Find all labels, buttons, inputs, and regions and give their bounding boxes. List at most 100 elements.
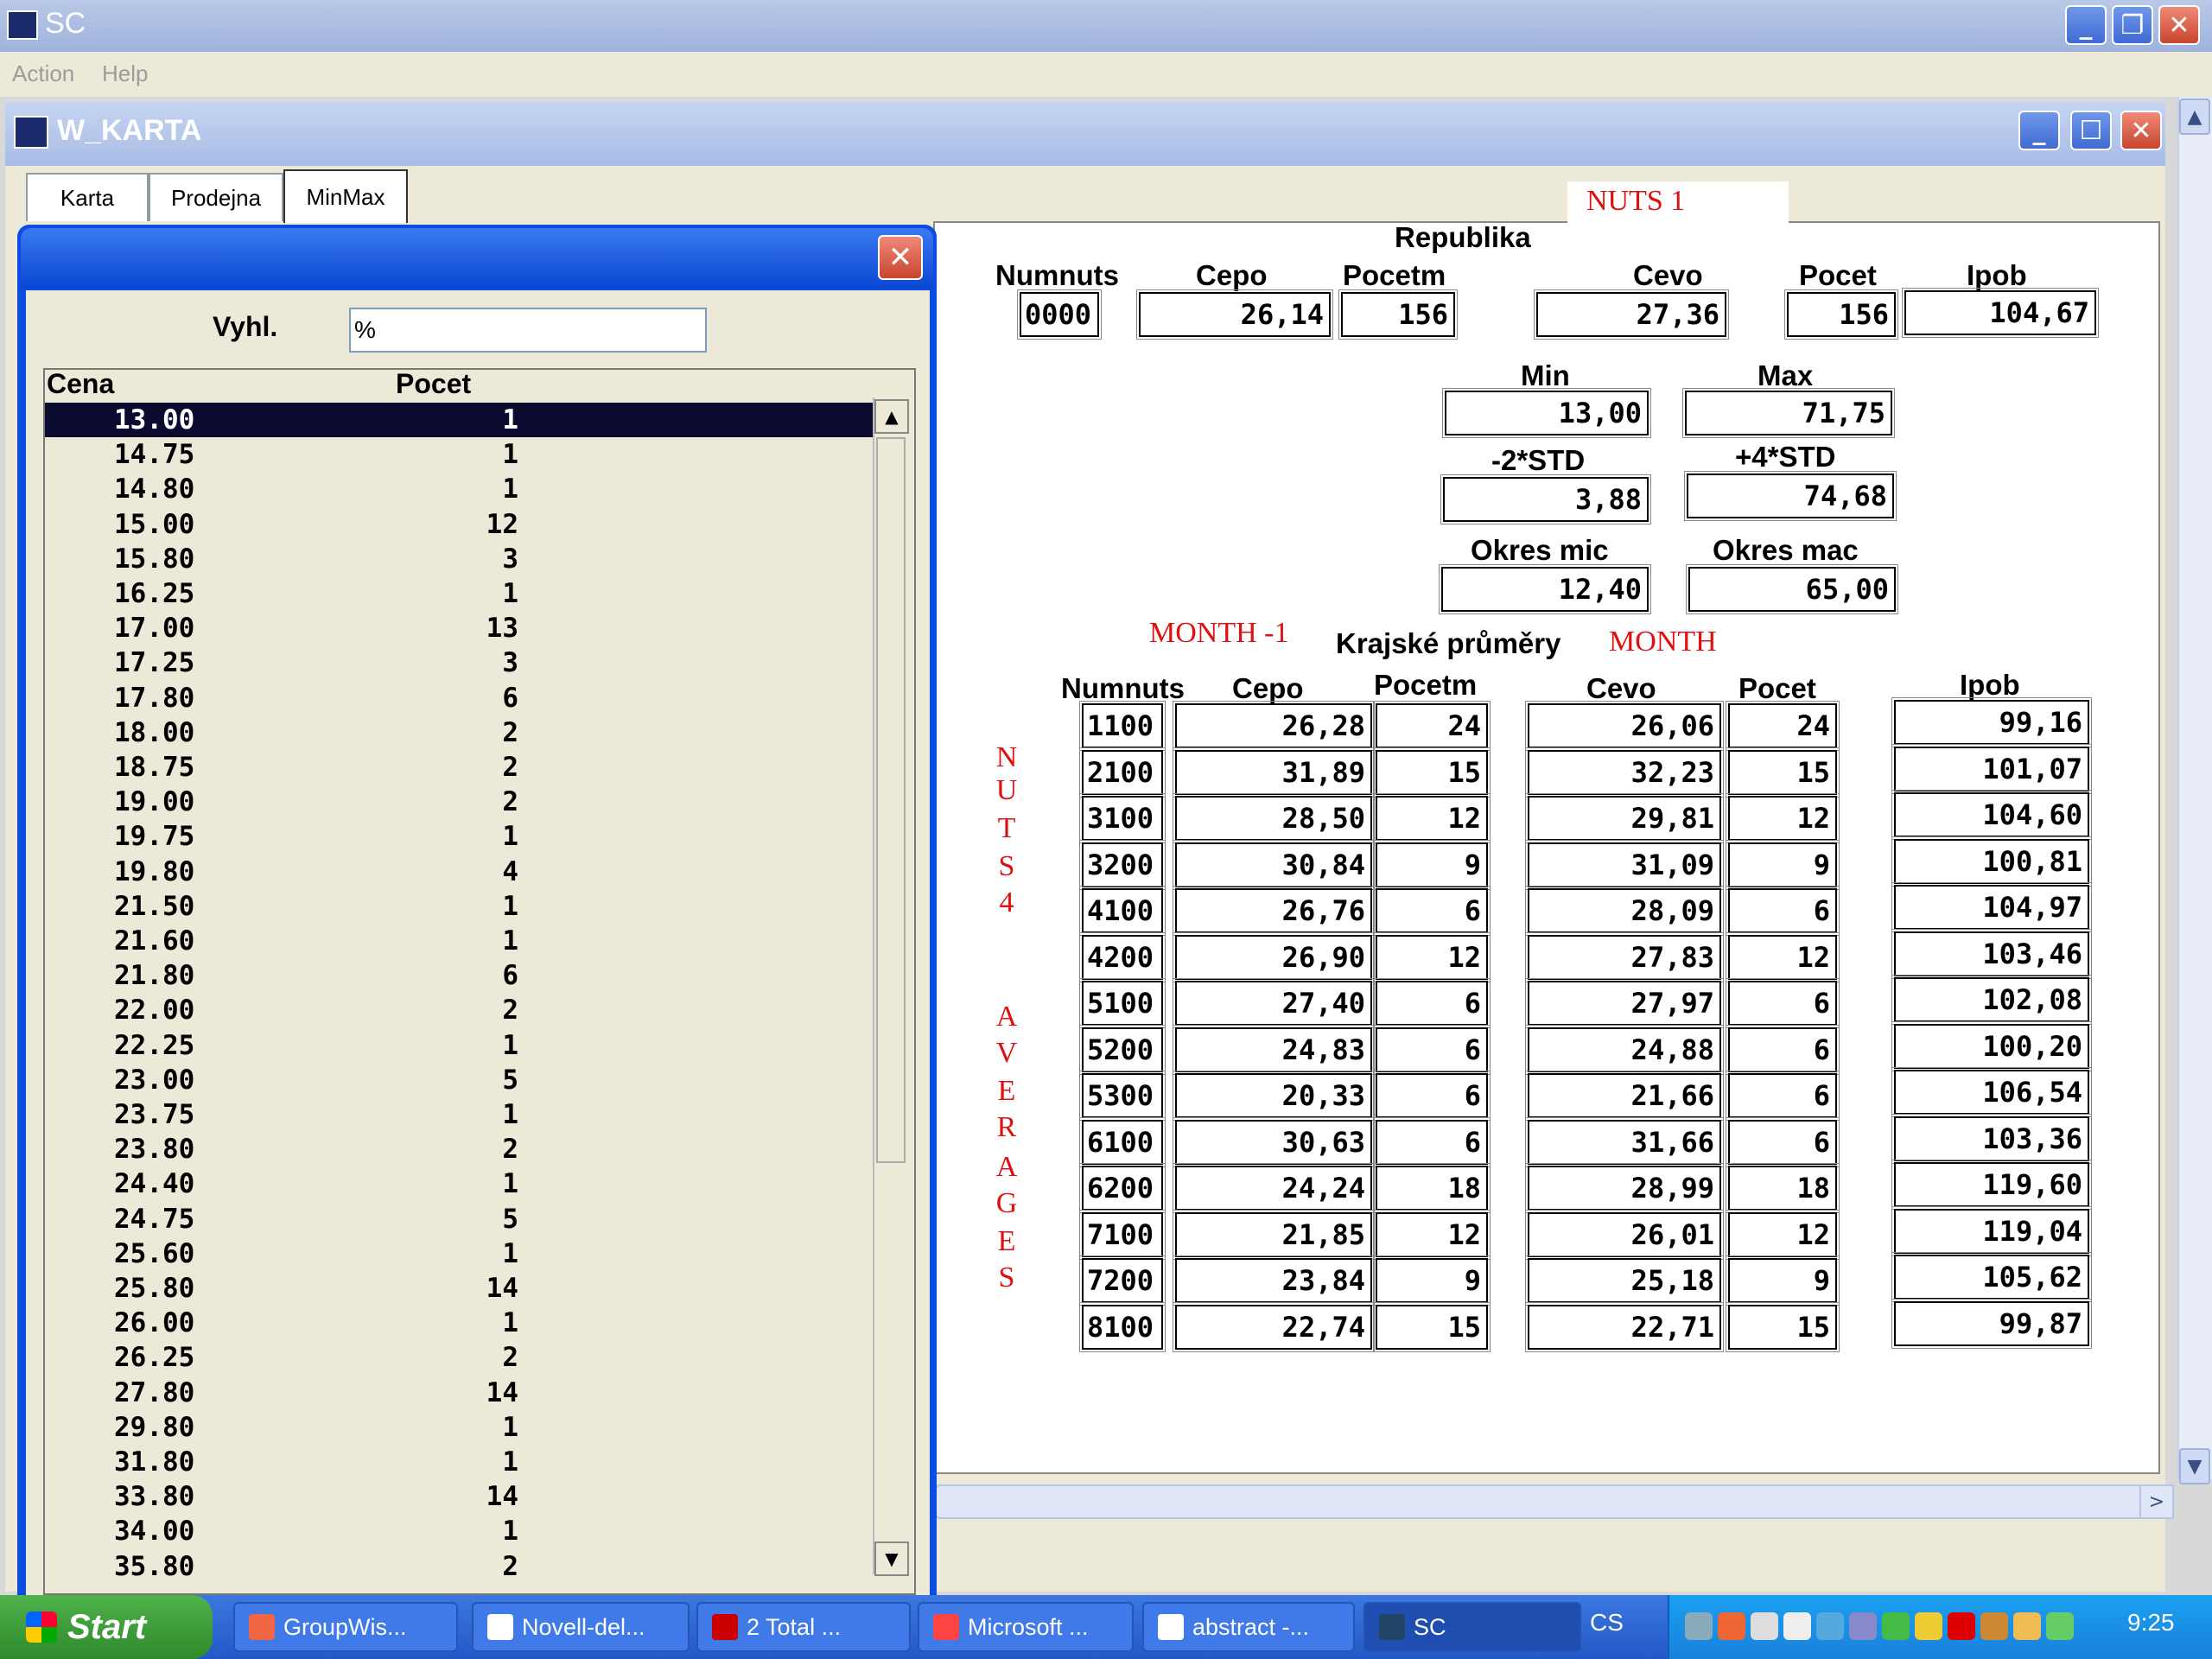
tray-app-icon[interactable] [1948,1612,1975,1640]
region-pocet-field[interactable]: 12 [1726,793,1840,843]
tray-app-icon[interactable] [2046,1612,2074,1640]
region-numnuts-field[interactable]: 3100 [1079,793,1166,843]
region-numnuts-field[interactable]: 3200 [1079,839,1166,890]
filter-input[interactable] [349,308,707,353]
list-item[interactable]: 26.25 2 [45,1340,873,1375]
list-item[interactable]: 24.40 1 [45,1166,873,1201]
region-cevo-field[interactable]: 31,09 [1525,839,1724,890]
list-item[interactable]: 14.75 1 [45,437,873,472]
region-ipob-field[interactable]: 106,54 [1891,1067,2092,1117]
region-cepo-field[interactable]: 26,76 [1173,886,1375,936]
list-item[interactable]: 21.60 1 [45,924,873,958]
region-numnuts-field[interactable]: 6100 [1079,1116,1166,1167]
region-pocetm-field[interactable]: 6 [1373,1024,1491,1075]
tray-app-icon[interactable] [1816,1612,1844,1640]
rep-numnuts-field[interactable]: 0000 [1017,289,1102,340]
tray-app-icon[interactable] [1718,1612,1745,1640]
region-cevo-field[interactable]: 27,83 [1525,931,1724,982]
region-cepo-field[interactable]: 30,84 [1173,839,1375,890]
list-item[interactable]: 21.80 6 [45,958,873,993]
list-item[interactable]: 15.00 12 [45,507,873,542]
app-minimize-button[interactable]: _ [2065,5,2107,45]
list-item[interactable]: 15.80 3 [45,542,873,576]
std-minus-field[interactable]: 3,88 [1440,474,1651,524]
region-pocetm-field[interactable]: 12 [1373,1209,1491,1260]
list-item[interactable]: 22.25 1 [45,1028,873,1063]
taskbar-button[interactable]: abstract -... [1142,1602,1355,1652]
region-ipob-field[interactable]: 104,97 [1891,882,2092,932]
list-item[interactable]: 19.00 2 [45,785,873,819]
region-cevo-field[interactable]: 32,23 [1525,747,1724,798]
region-pocet-field[interactable]: 15 [1726,747,1840,798]
language-indicator[interactable]: CS [1590,1609,1624,1637]
list-item[interactable]: 35.80 2 [45,1549,873,1584]
region-cevo-field[interactable]: 31,66 [1525,1116,1724,1167]
tray-app-icon[interactable] [1685,1612,1713,1640]
region-numnuts-field[interactable]: 5100 [1079,978,1166,1028]
list-item[interactable]: 19.80 4 [45,855,873,889]
region-pocetm-field[interactable]: 6 [1373,1071,1491,1121]
list-scroll-up-icon[interactable]: ▲ [874,399,909,434]
list-item[interactable]: 31.80 1 [45,1445,873,1479]
region-cepo-field[interactable]: 24,83 [1173,1024,1375,1075]
region-cevo-field[interactable]: 26,06 [1525,701,1724,751]
scroll-up-arrow-icon[interactable]: ▲ [2179,99,2210,135]
region-pocetm-field[interactable]: 18 [1373,1163,1491,1213]
region-cevo-field[interactable]: 24,88 [1525,1024,1724,1075]
child-minimize-button[interactable]: _ [2018,111,2060,150]
region-pocet-field[interactable]: 6 [1726,1071,1840,1121]
workspace-vertical-scrollbar[interactable] [2177,97,2212,1479]
region-ipob-field[interactable]: 101,07 [1891,743,2092,794]
taskbar-button[interactable]: SC [1363,1602,1581,1652]
rep-pocet-field[interactable]: 156 [1784,289,1898,340]
list-item[interactable]: 24.75 5 [45,1202,873,1236]
list-item[interactable]: 23.00 5 [45,1063,873,1097]
list-item[interactable]: 26.00 1 [45,1306,873,1340]
region-cepo-field[interactable]: 26,28 [1173,701,1375,751]
okres-mac-field[interactable]: 65,00 [1686,564,1898,614]
region-numnuts-field[interactable]: 5200 [1079,1024,1166,1075]
list-item[interactable]: 17.25 3 [45,645,873,680]
taskbar-button[interactable]: Novell-del... [472,1602,690,1652]
region-numnuts-field[interactable]: 5300 [1079,1071,1166,1121]
region-pocetm-field[interactable]: 12 [1373,793,1491,843]
region-pocet-field[interactable]: 9 [1726,1255,1840,1306]
region-numnuts-field[interactable]: 4200 [1079,931,1166,982]
tab-minmax[interactable]: MinMax [283,169,408,223]
region-cepo-field[interactable]: 24,24 [1173,1163,1375,1213]
region-pocetm-field[interactable]: 12 [1373,931,1491,982]
taskbar-button[interactable]: Microsoft ... [918,1602,1134,1652]
region-cepo-field[interactable]: 31,89 [1173,747,1375,798]
list-item[interactable]: 18.75 2 [45,750,873,785]
region-numnuts-field[interactable]: 7200 [1079,1255,1166,1306]
list-scroll-thumb[interactable] [876,437,906,1163]
region-pocet-field[interactable]: 12 [1726,931,1840,982]
region-cepo-field[interactable]: 28,50 [1173,793,1375,843]
list-item[interactable]: 25.60 1 [45,1236,873,1271]
region-pocetm-field[interactable]: 6 [1373,1116,1491,1167]
region-cevo-field[interactable]: 21,66 [1525,1071,1724,1121]
region-cevo-field[interactable]: 29,81 [1525,793,1724,843]
list-item[interactable]: 27.80 14 [45,1376,873,1410]
region-ipob-field[interactable]: 103,36 [1891,1113,2092,1164]
min-field[interactable]: 13,00 [1442,388,1651,438]
region-cevo-field[interactable]: 22,71 [1525,1301,1724,1352]
region-numnuts-field[interactable]: 2100 [1079,747,1166,798]
child-close-button[interactable]: ✕ [2120,111,2162,150]
region-ipob-field[interactable]: 119,04 [1891,1205,2092,1256]
rep-pocetm-field[interactable]: 156 [1338,289,1458,340]
rep-cepo-field[interactable]: 26,14 [1136,289,1333,340]
list-item[interactable]: 18.00 2 [45,715,873,750]
tray-app-icon[interactable] [1751,1612,1778,1640]
app-close-button[interactable]: ✕ [2158,5,2200,45]
region-pocet-field[interactable]: 18 [1726,1163,1840,1213]
std-plus-field[interactable]: 74,68 [1684,471,1897,521]
region-pocet-field[interactable]: 15 [1726,1301,1840,1352]
rep-ipob-field[interactable]: 104,67 [1902,288,2099,338]
dialog-close-button[interactable]: ✕ [878,235,923,280]
region-cevo-field[interactable]: 28,09 [1525,886,1724,936]
region-numnuts-field[interactable]: 4100 [1079,886,1166,936]
taskbar-button[interactable]: 2 Total ... [696,1602,911,1652]
list-item[interactable]: 34.00 1 [45,1514,873,1548]
region-cevo-field[interactable]: 28,99 [1525,1163,1724,1213]
